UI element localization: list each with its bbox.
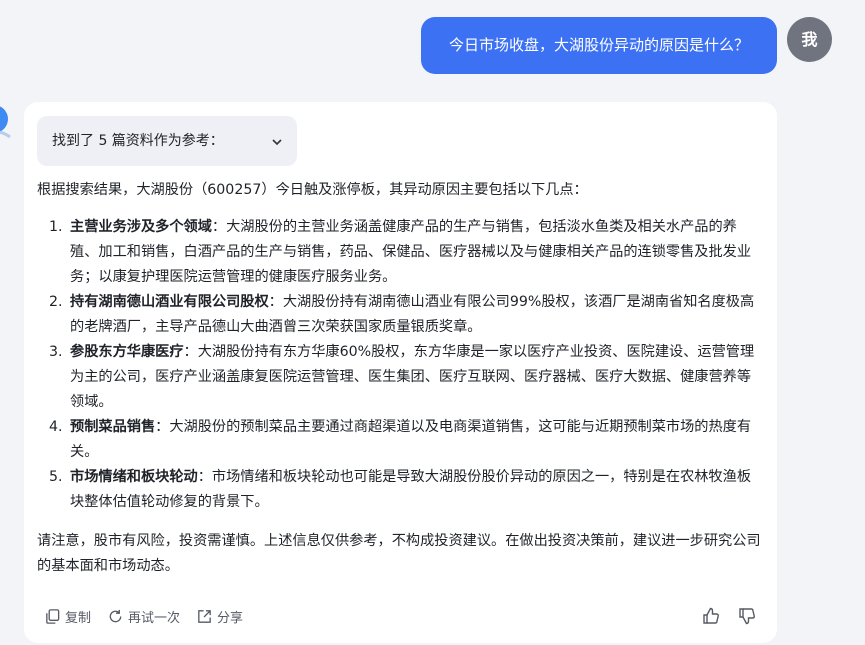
list-item-number: 4.	[49, 419, 63, 435]
list-item-title: 预制菜品销售	[70, 419, 156, 435]
chat-page: 今日市场收盘，大湖股份异动的原因是什么？ 我 找到了 5 篇资料作为参考： 根据…	[0, 0, 865, 645]
references-toggle[interactable]: 找到了 5 篇资料作为参考：	[37, 116, 297, 166]
list-item-number: 3.	[49, 344, 63, 360]
answer-actions: 复制 再试一次 分享	[44, 604, 243, 628]
list-item: 2. 持有湖南德山酒业有限公司股权：大湖股份持有湖南德山酒业有限公司99%股权，该…	[49, 290, 765, 340]
list-item: 5. 市场情绪和板块轮动：市场情绪和板块轮动也可能是导致大湖股份股价异动的原因之一…	[49, 465, 765, 515]
user-avatar: 我	[787, 17, 832, 62]
list-item: 4. 预制菜品销售：大湖股份的预制菜品主要通过商超渠道以及电商渠道销售，这可能与近…	[49, 415, 765, 465]
list-item-title: 市场情绪和板块轮动	[70, 469, 198, 485]
risk-note: 请注意，股市有风险，投资需谨慎。上述信息仅供参考，不构成投资建议。在做出投资决策…	[37, 533, 761, 574]
feedback-buttons	[701, 604, 757, 628]
retry-label: 再试一次	[128, 610, 181, 626]
user-message-bubble: 今日市场收盘，大湖股份异动的原因是什么？	[421, 17, 777, 74]
refresh-icon	[109, 609, 122, 622]
list-item-title: 持有湖南德山酒业有限公司股权	[70, 294, 269, 310]
answer-points-list: 1. 主营业务涉及多个领域：大湖股份的主营业务涵盖健康产品的生产与销售，包括淡水鱼…	[49, 215, 765, 515]
chevron-down-icon	[271, 116, 283, 166]
thumbs-down-icon[interactable]	[737, 606, 757, 626]
share-label: 分享	[217, 610, 244, 626]
thumbs-up-icon[interactable]	[701, 606, 721, 626]
copy-button[interactable]: 复制	[44, 607, 91, 626]
answer-intro: 根据搜索结果，大湖股份（600257）今日触及涨停板，其异动原因主要包括以下几点…	[37, 182, 588, 198]
bot-avatar-icon	[0, 106, 11, 139]
list-item-number: 5.	[49, 469, 63, 485]
list-item-title: 主营业务涉及多个领域	[70, 219, 212, 235]
copy-icon	[46, 608, 60, 624]
answer-body: 根据搜索结果，大湖股份（600257）今日触及涨停板，其异动原因主要包括以下几点…	[37, 178, 765, 579]
references-label: 找到了 5 篇资料作为参考：	[52, 133, 224, 149]
answer-card: 找到了 5 篇资料作为参考： 根据搜索结果，大湖股份（600257）今日触及涨停…	[24, 102, 777, 643]
share-button[interactable]: 分享	[196, 607, 243, 626]
copy-label: 复制	[65, 610, 92, 626]
list-item-text: ：大湖股份的预制菜品主要通过商超渠道以及电商渠道销售，这可能与近期预制菜市场的热…	[70, 419, 752, 460]
share-icon	[198, 609, 211, 623]
list-item: 3. 参股东方华康医疗：大湖股份持有东方华康60%股权，东方华康是一家以医疗产业投…	[49, 340, 765, 415]
list-item-number: 2.	[49, 294, 63, 310]
list-item-title: 参股东方华康医疗	[70, 344, 184, 360]
retry-button[interactable]: 再试一次	[107, 607, 180, 626]
list-item: 1. 主营业务涉及多个领域：大湖股份的主营业务涵盖健康产品的生产与销售，包括淡水鱼…	[49, 215, 765, 290]
list-item-number: 1.	[49, 219, 63, 235]
